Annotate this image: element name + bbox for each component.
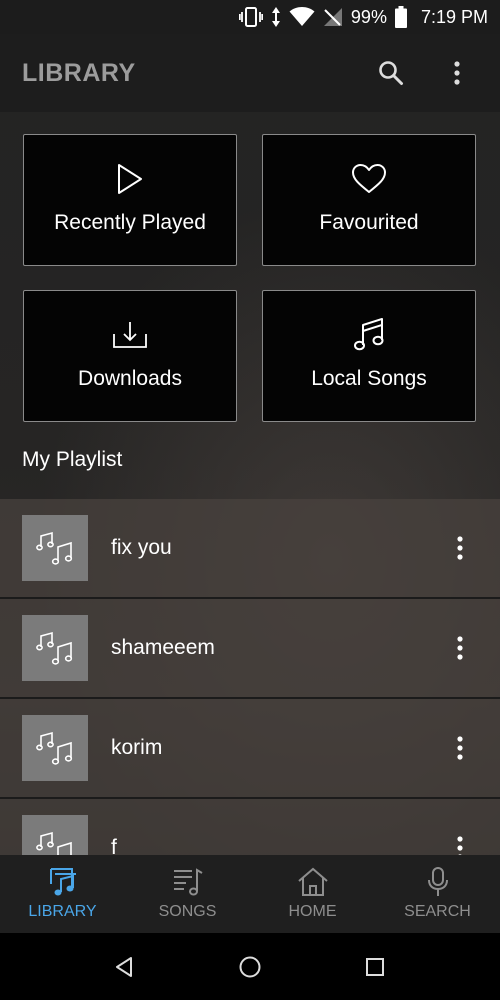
system-recents-button[interactable] [313,933,438,1000]
tile-recently-played[interactable]: Recently Played [23,134,237,266]
vibrate-icon [238,6,263,28]
tile-favourited[interactable]: Favourited [262,134,476,266]
tile-downloads[interactable]: Downloads [23,290,237,422]
back-triangle-icon [116,956,132,977]
system-home-button[interactable] [188,933,313,1000]
nav-songs[interactable]: SONGS [125,855,250,933]
battery-percent: 99% [350,6,387,27]
system-back-button[interactable] [63,933,188,1000]
nav-home[interactable]: HOME [250,855,375,933]
more-vert-icon [457,636,463,660]
list-item[interactable]: f [0,799,500,855]
system-navigation-bar [0,933,500,1000]
more-vert-icon [457,836,463,855]
no-signal-icon [323,7,343,27]
playlist-name: fix you [111,536,172,559]
playlist-thumbnail [22,515,88,581]
home-circle-icon [239,956,261,977]
more-vert-icon [457,536,463,560]
music-note-icon [353,317,385,353]
list-item[interactable]: fix you [0,499,500,599]
playlist-list[interactable]: fix you shameeem korim f [0,499,500,855]
more-vert-icon [454,61,460,85]
playlist-name: shameeem [111,636,215,659]
tile-local-songs[interactable]: Local Songs [262,290,476,422]
playlist-more-button[interactable] [440,728,480,768]
heart-icon [351,161,387,197]
music-notes-icon [36,831,72,855]
library-icon [47,865,79,899]
music-notes-icon [36,731,73,765]
nav-label: SONGS [158,903,217,920]
nav-search[interactable]: SEARCH [375,855,500,933]
tile-label: Local Songs [311,367,427,390]
music-notes-icon [36,631,73,665]
data-arrows-icon [271,6,281,28]
playlist-thumbnail [22,615,88,681]
status-bar: 99% 7:19 PM [0,0,500,34]
nav-label: HOME [288,903,337,920]
tile-label: Recently Played [54,211,206,234]
more-vert-icon [457,736,463,760]
mic-icon [426,865,450,899]
home-icon [297,865,329,899]
wifi-icon [289,7,315,27]
tile-label: Favourited [319,211,419,234]
nav-label: SEARCH [404,903,471,920]
list-item[interactable]: shameeem [0,599,500,699]
list-item[interactable]: korim [0,699,500,799]
playlist-thumbnail [22,815,88,855]
playlist-more-button[interactable] [440,628,480,668]
playlist-thumbnail [22,715,88,781]
clock: 7:19 PM [420,6,488,27]
music-notes-icon [36,531,73,565]
page-title: LIBRARY [22,58,136,87]
app-bar: LIBRARY [0,34,500,112]
playlist-more-button[interactable] [440,828,480,855]
search-icon [379,61,403,85]
nav-library[interactable]: LIBRARY [0,855,125,933]
more-options-button[interactable] [436,52,478,94]
nav-label: LIBRARY [28,903,97,920]
search-button[interactable] [370,52,412,94]
playlist-more-button[interactable] [440,528,480,568]
download-icon [112,317,148,353]
songs-icon [172,865,204,899]
tile-label: Downloads [78,367,182,390]
playlist-name: f [111,836,117,855]
battery-icon [394,6,407,28]
bottom-navigation: LIBRARY SONGS HOME SEARCH [0,855,500,933]
play-icon [115,161,145,197]
playlist-name: korim [111,736,163,759]
recents-square-icon [366,957,384,976]
section-title-my-playlist: My Playlist [22,448,123,471]
